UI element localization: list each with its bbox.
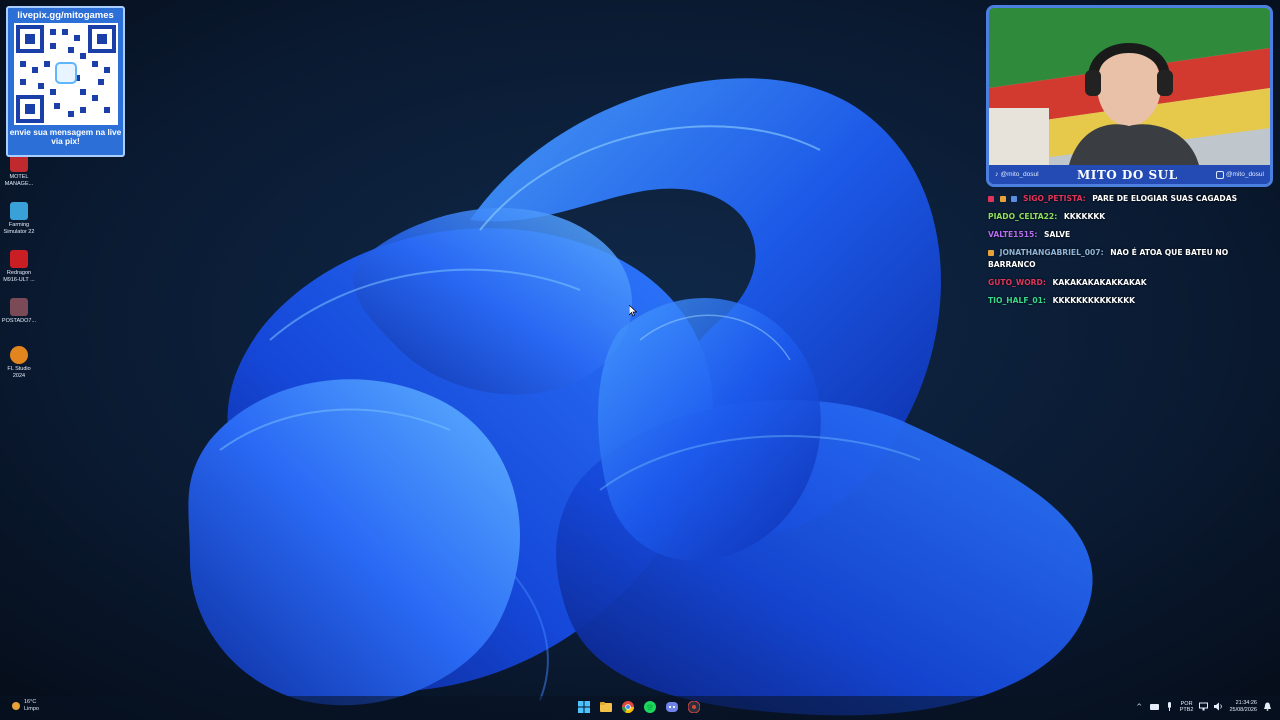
chat-message: PIADO_CELTA22: KKKKKKK [988,211,1273,223]
chat-username: VALTE1515: [988,230,1038,239]
microphone-icon[interactable] [1165,702,1174,711]
weather-icon [12,701,20,710]
webcam-overlay: ♪ @mito_dosul MITO DO SUL @mito_dosul [986,5,1273,187]
farming-simulator-icon [10,202,28,220]
desktop-icon-file[interactable]: POSTADO7... [0,294,38,338]
desktop-icon-label: Redragon M916-ULT ... [3,270,35,283]
weather-widget[interactable]: 16°C Limpo [12,699,39,712]
redragon-icon [10,250,28,268]
chat-message: GUTO_WORD: KAKAKAKAKAKKAKAK [988,277,1273,289]
chat-username: TIO_HALF_01: [988,296,1046,305]
chat-username: PIADO_CELTA22: [988,212,1058,221]
desktop-icons: MOTEL MANAGE... Farming Simulator 22 Red… [0,150,38,390]
badge-icon [988,196,994,202]
taskbar: 16°C Limpo ^ POR PTB2 21:34:26 25/08/202… [0,696,1280,720]
taskbar-apps [577,700,701,714]
network-icon[interactable] [1149,702,1159,711]
instagram-icon [1215,170,1224,179]
keyboard-layout: PTB2 [1179,706,1194,713]
desktop-icon-label: Farming Simulator 22 [3,222,35,235]
badge-icon [988,250,994,256]
desktop-icon-label: MOTEL MANAGE... [4,174,34,187]
desktop-icon-label: FL Studio 2024 [7,366,31,379]
desktop-icon-redragon[interactable]: Redragon M916-ULT ... [0,246,38,290]
chat-message: VALTE1515: SALVE [988,229,1273,241]
weather-desc: Limpo [24,705,39,712]
file-icon [10,298,28,316]
webcam-name-bar: ♪ @mito_dosul MITO DO SUL @mito_dosul [989,165,1270,184]
badge-icon [999,196,1006,202]
chat-message: SIGO_PETISTA: PARE DE ELOGIAR SUAS CAGAD… [988,193,1273,205]
notification-bell-icon[interactable] [1263,702,1272,711]
chrome-icon[interactable] [621,700,635,714]
clock[interactable]: 21:34:26 25/08/2026 [1229,700,1257,713]
desktop-icon-fl-studio[interactable]: FL Studio 2024 [0,342,38,386]
chat-text: SALVE [1044,230,1071,239]
file-explorer-icon[interactable] [599,700,613,714]
system-tray: ^ POR PTB2 21:34:26 25/08/2026 [1135,700,1272,713]
chat-message: TIO_HALF_01: KKKKKKKKKKKKKK [988,295,1273,307]
chat-username: JONATHANGABRIEL_007: [999,248,1104,257]
clock-date: 25/08/2026 [1229,706,1257,713]
chat-username: GUTO_WORD: [988,278,1046,287]
badge-icon [1011,196,1018,202]
tiktok-icon: ♪ [995,171,999,178]
webcam-feed [989,8,1270,165]
discord-icon[interactable] [665,700,679,714]
tiktok-handle-text: @mito_dosul [1000,171,1039,178]
chat-text: KKKKKKK [1063,212,1106,221]
fl-studio-icon [10,346,28,364]
windows-start-icon[interactable] [577,700,591,714]
chat-message: JONATHANGABRIEL_007: NAO É ATOA QUE BATE… [988,247,1273,271]
qr-code-image [13,23,118,125]
volume-icon[interactable] [1214,702,1223,711]
desktop-icon-farming-simulator[interactable]: Farming Simulator 22 [0,198,38,242]
obs-icon[interactable] [687,700,701,714]
weather-text: 16°C Limpo [24,699,39,712]
tiktok-handle: ♪ @mito_dosul [995,171,1039,178]
chat-text: KAKAKAKAKAKKAKAK [1052,278,1147,287]
streamer-name: MITO DO SUL [1076,167,1178,182]
qr-caption: envie sua mensagem na live via pix! [9,127,122,146]
language-code: POR [1180,700,1193,707]
chat-username: SIGO_PETISTA: [1022,194,1086,203]
instagram-handle: @mito_dosul [1215,170,1264,179]
instagram-handle-text: @mito_dosul [1225,171,1264,178]
chat-overlay: SIGO_PETISTA: PARE DE ELOGIAR SUAS CAGAD… [988,193,1273,313]
mouse-cursor-icon [628,302,638,321]
desktop-icon-label: POSTADO7... [1,318,37,324]
qr-overlay: livepix.gg/mitogames envie sua mensagem [6,6,125,157]
spotify-icon[interactable] [643,700,657,714]
chevron-up-icon[interactable]: ^ [1135,702,1144,711]
chat-text: KKKKKKKKKKKKKK [1052,296,1135,305]
language-indicator[interactable]: POR PTB2 [1180,701,1194,713]
qr-url: livepix.gg/mitogames [17,10,114,21]
display-icon[interactable] [1199,702,1209,711]
chat-text: PARE DE ELOGIAR SUAS CAGADAS [1092,194,1238,203]
